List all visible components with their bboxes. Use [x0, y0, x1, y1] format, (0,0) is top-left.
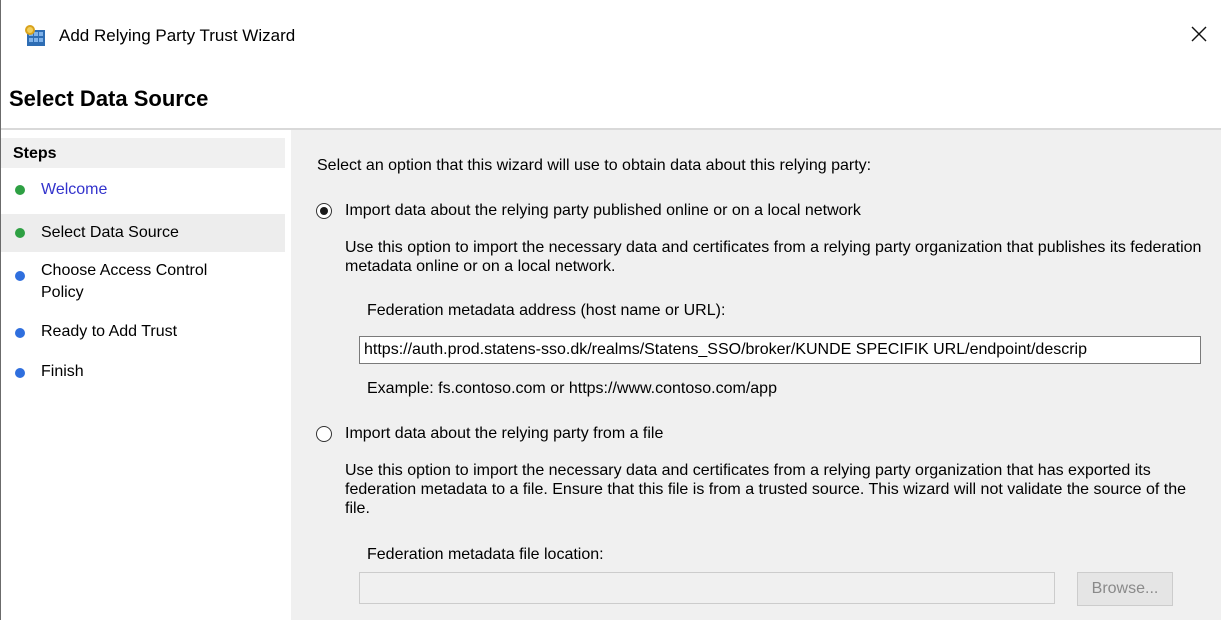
step-select-data-source[interactable]: Select Data Source [1, 214, 285, 252]
step-status-dot-icon [15, 185, 25, 195]
browse-button[interactable]: Browse... [1077, 572, 1173, 606]
close-button[interactable] [1177, 12, 1221, 56]
adfs-app-icon [25, 25, 45, 46]
step-ready-to-add-trust[interactable]: Ready to Add Trust [1, 318, 285, 346]
step-status-dot-icon [15, 271, 25, 281]
file-description: Use this option to import the necessary … [345, 462, 1187, 517]
step-status-dot-icon [15, 328, 25, 338]
radio-import-online-label[interactable]: Import data about the relying party publ… [345, 202, 861, 220]
radio-import-online[interactable] [316, 203, 332, 219]
file-location-label: Federation metadata file location: [367, 546, 604, 563]
step-welcome[interactable]: Welcome [1, 176, 285, 204]
wizard-window: Add Relying Party Trust Wizard Select Da… [0, 0, 1221, 620]
file-location-input[interactable] [359, 572, 1055, 604]
step-label: Welcome [41, 181, 108, 198]
step-choose-access-control-policy[interactable]: Choose Access Control Policy [1, 260, 285, 308]
step-label: Finish [41, 363, 84, 380]
radio-import-file-label[interactable]: Import data about the relying party from… [345, 425, 663, 443]
steps-heading: Steps [13, 145, 57, 162]
intro-text: Select an option that this wizard will u… [317, 157, 872, 174]
radio-import-file[interactable] [316, 426, 332, 442]
page-title: Select Data Source [9, 86, 209, 111]
close-icon [1191, 26, 1207, 42]
metadata-address-input[interactable]: https://auth.prod.statens-sso.dk/realms/… [359, 336, 1201, 364]
radio-selected-dot [320, 207, 328, 215]
online-description: Use this option to import the necessary … [345, 239, 1202, 275]
step-status-dot-icon [15, 368, 25, 378]
step-finish[interactable]: Finish [1, 358, 285, 386]
steps-pane: Steps Welcome Select Data Source Choose … [1, 130, 291, 620]
step-label: Choose Access Control Policy [41, 262, 208, 301]
metadata-address-label: Federation metadata address (host name o… [367, 302, 726, 319]
window-title: Add Relying Party Trust Wizard [59, 26, 296, 45]
title-bar: Add Relying Party Trust Wizard [1, 0, 1221, 72]
example-text: Example: fs.contoso.com or https://www.c… [367, 380, 777, 397]
step-label: Ready to Add Trust [41, 323, 178, 340]
step-label: Select Data Source [41, 224, 179, 241]
step-status-dot-icon [15, 228, 25, 238]
main-pane: Select an option that this wizard will u… [291, 130, 1221, 620]
